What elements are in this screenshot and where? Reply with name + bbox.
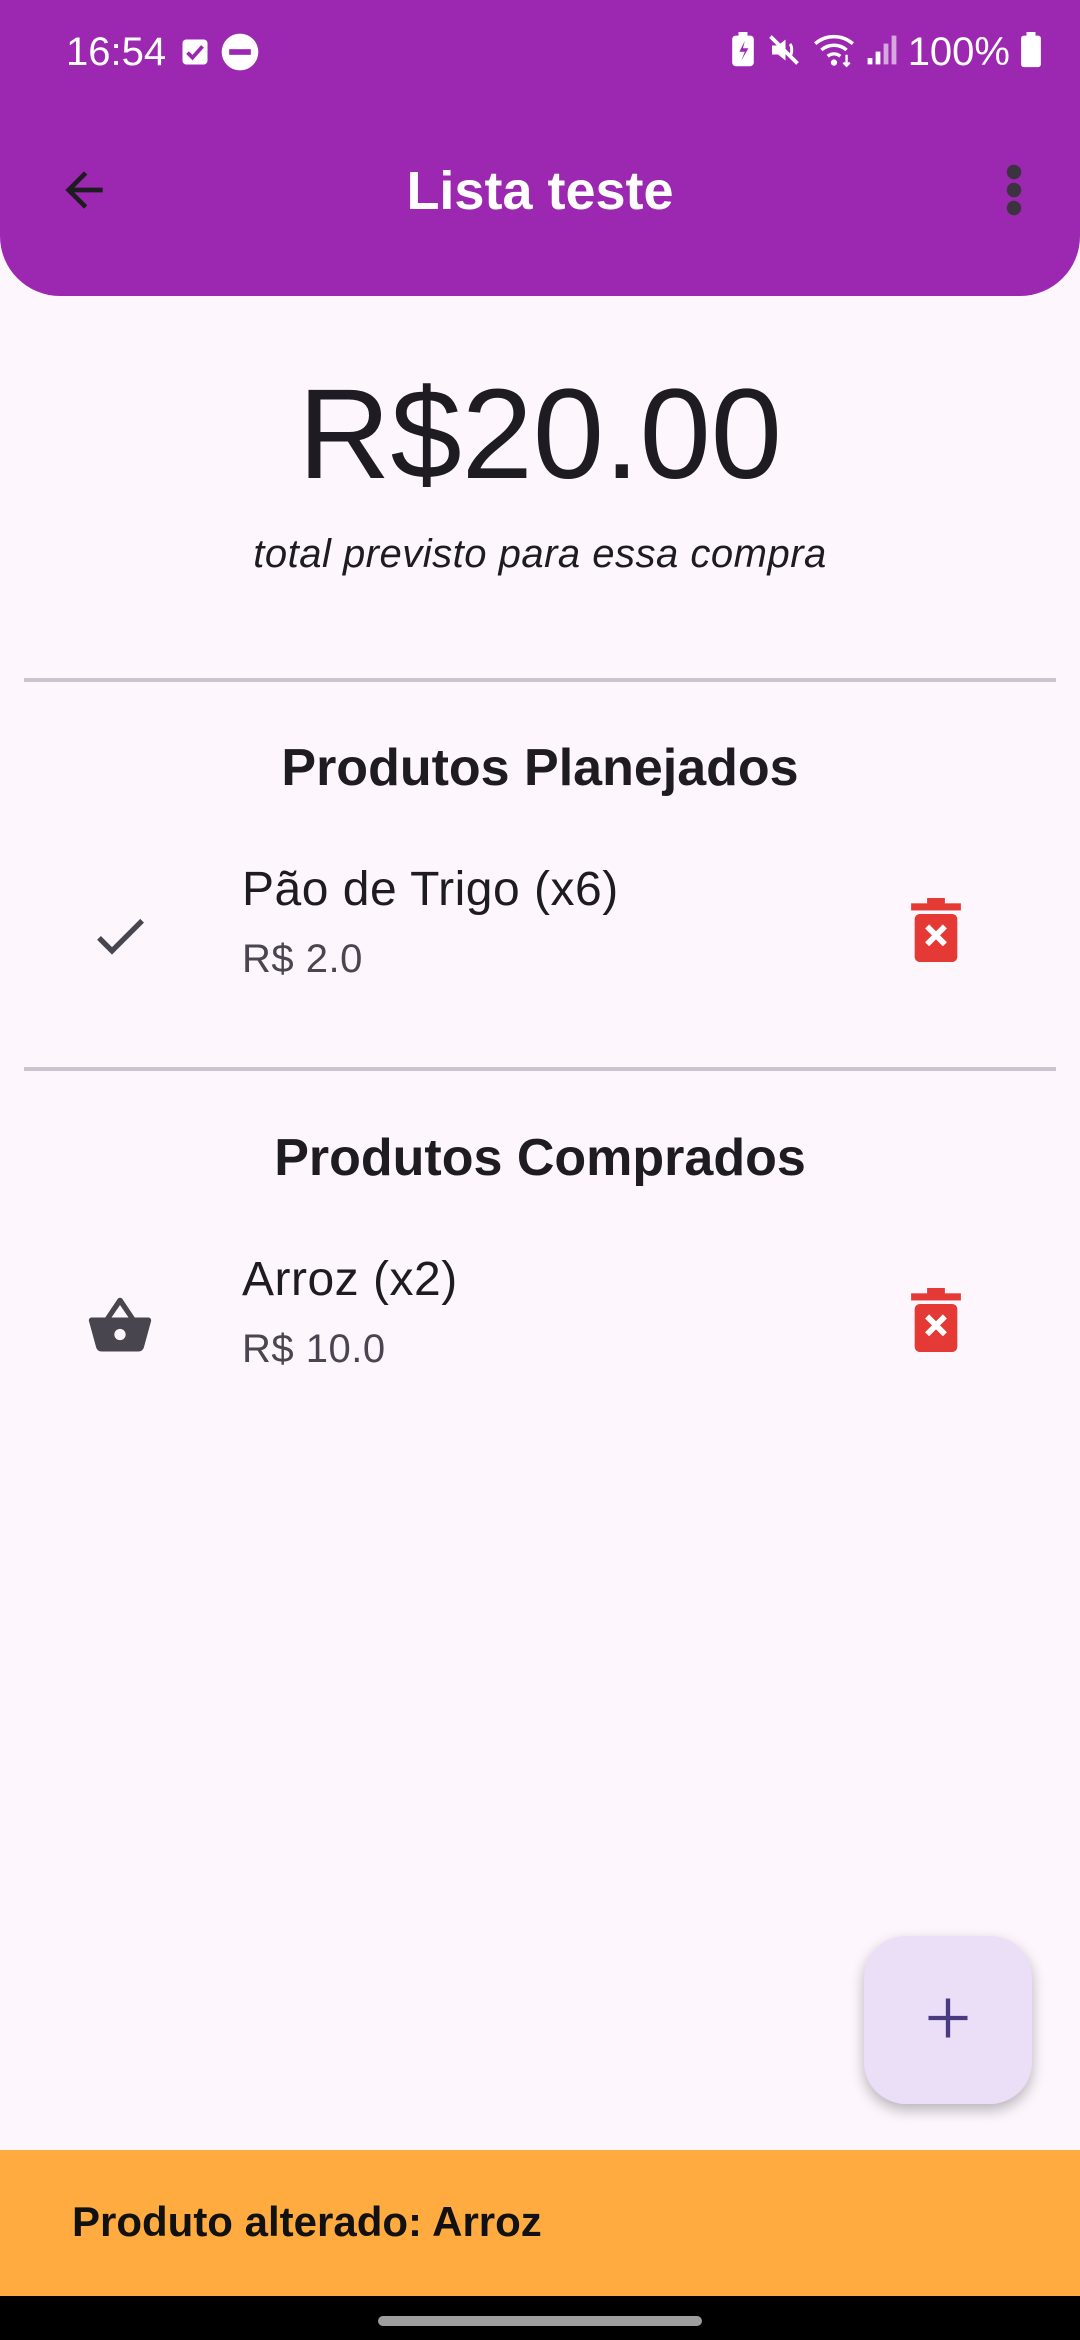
wifi-icon <box>812 32 856 73</box>
plus-icon <box>922 1992 974 2049</box>
snackbar-message: Produto alterado: Arroz <box>72 2198 542 2245</box>
add-product-button[interactable] <box>864 1936 1032 2104</box>
snackbar: Produto alterado: Arroz <box>0 2150 1080 2296</box>
divider <box>24 1067 1056 1071</box>
item-name: Arroz (x2) <box>242 1253 458 1306</box>
total-amount: R$20.00 <box>298 363 782 506</box>
battery-icon <box>1020 31 1042 73</box>
status-time: 16:54 <box>66 30 167 74</box>
app-bar: 16:54 100% Lista teste <box>0 0 1080 296</box>
mark-planned-button[interactable] <box>72 1280 168 1376</box>
battery-percent: 100% <box>907 30 1010 74</box>
item-name: Pão de Trigo (x6) <box>242 863 619 916</box>
total-caption: total previsto para essa compra <box>253 532 827 576</box>
delete-forever-icon <box>908 1287 964 1357</box>
mark-bought-button[interactable] <box>72 890 168 986</box>
gesture-handle[interactable] <box>378 2316 702 2326</box>
overflow-menu-button[interactable] <box>972 150 1056 234</box>
delete-button[interactable] <box>888 1274 984 1370</box>
check-icon <box>88 904 152 973</box>
system-navigation-bar <box>0 2296 1080 2340</box>
mute-icon <box>766 32 802 73</box>
purchased-item[interactable]: Arroz (x2) R$ 10.0 <box>0 1234 1080 1414</box>
signal-icon <box>866 34 898 71</box>
status-bar: 16:54 100% <box>0 0 1080 104</box>
shopping-basket-icon <box>86 1292 154 1365</box>
status-left-icons <box>180 32 260 77</box>
item-price: R$ 2.0 <box>242 937 363 981</box>
battery-saver-icon <box>730 31 756 73</box>
do-not-disturb-icon <box>220 32 260 77</box>
back-button[interactable] <box>42 150 126 234</box>
planned-item[interactable]: Pão de Trigo (x6) R$ 2.0 <box>0 844 1080 1024</box>
check-box-icon <box>180 37 210 72</box>
page-title: Lista teste <box>406 161 674 221</box>
item-price: R$ 10.0 <box>242 1327 386 1371</box>
purchased-section-title: Produtos Comprados <box>274 1129 806 1187</box>
status-right: 100% <box>730 28 1042 76</box>
arrow-back-icon <box>56 162 112 223</box>
delete-forever-icon <box>908 897 964 967</box>
delete-button[interactable] <box>888 884 984 980</box>
divider <box>24 678 1056 682</box>
planned-section-title: Produtos Planejados <box>281 739 799 797</box>
more-vert-icon <box>1006 164 1022 221</box>
